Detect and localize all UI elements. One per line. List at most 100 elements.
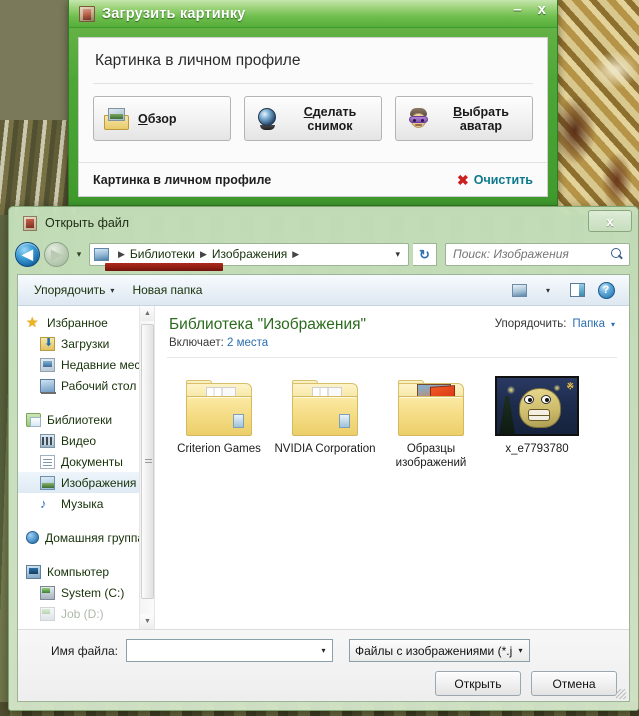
- open-button[interactable]: Открыть: [435, 671, 521, 696]
- scroll-down-button[interactable]: ▼: [140, 614, 154, 629]
- minimize-button[interactable]: –: [510, 2, 524, 18]
- chevron-down-icon[interactable]: ▾: [512, 646, 529, 655]
- list-item[interactable]: NVIDIA Corporation: [273, 368, 377, 470]
- new-folder-label: Новая папка: [132, 283, 203, 297]
- sidebar-item-computer[interactable]: Компьютер: [18, 561, 154, 582]
- library-header-text: Библиотека "Изображения" Включает: 2 мес…: [169, 315, 366, 349]
- sidebar-item-homegroup[interactable]: Домашняя группа: [18, 527, 154, 548]
- folder-pictures-icon: [398, 380, 464, 436]
- filename-combobox[interactable]: ▾: [126, 639, 333, 662]
- scroll-up-button[interactable]: ▲: [140, 306, 154, 321]
- pictures-library-icon: [40, 475, 55, 490]
- chevron-down-icon[interactable]: ▾: [315, 646, 332, 655]
- file-items-grid: Criterion Games NVIDIA Corporation Образ…: [155, 358, 629, 470]
- search-input[interactable]: [451, 246, 611, 262]
- folder-icon: [292, 380, 358, 436]
- refresh-button[interactable]: ↻: [413, 242, 437, 266]
- footer-label: Картинка в личном профиле: [93, 172, 272, 187]
- view-mode-dropdown[interactable]: ▾: [535, 279, 561, 301]
- sidebar-item-pictures[interactable]: Изображения: [18, 472, 154, 493]
- view-mode-button[interactable]: [506, 279, 532, 301]
- background-photo-left: [0, 0, 78, 215]
- arrange-by-control[interactable]: Упорядочить: Папка ▾: [495, 315, 615, 330]
- preview-pane-button[interactable]: [564, 279, 590, 301]
- documents-library-icon: [40, 454, 55, 469]
- upload-window-title: Загрузить картинку: [102, 5, 246, 22]
- list-item[interactable]: Образцы изображений: [379, 368, 483, 470]
- help-button[interactable]: ?: [593, 279, 619, 301]
- list-item[interactable]: ※ x_e7793780: [485, 368, 589, 470]
- includes-label: Включает:: [169, 337, 224, 349]
- downloads-icon: [40, 336, 55, 351]
- browse-button[interactable]: Обзор: [93, 96, 231, 141]
- sidebar-item-drive-c[interactable]: System (C:): [18, 582, 154, 603]
- homegroup-icon: [26, 531, 39, 544]
- group-separator: [18, 548, 154, 561]
- chevron-down-icon: ▾: [110, 285, 115, 295]
- breadcrumb-libraries[interactable]: Библиотеки: [130, 247, 195, 261]
- filename-row: Имя файла: ▾ Файлы с изображениями (*.jp…: [30, 639, 617, 662]
- choose-avatar-button[interactable]: Выбрать аватар: [395, 96, 533, 141]
- sidebar-item-favorites[interactable]: ★ Избранное: [18, 312, 154, 333]
- sidebar-item-downloads[interactable]: Загрузки: [18, 333, 154, 354]
- sidebar-item-music[interactable]: ♪ Музыка: [18, 493, 154, 514]
- includes-value[interactable]: 2 места: [227, 337, 268, 349]
- sidebar-item-label: Документы: [61, 454, 123, 469]
- filename-label: Имя файла:: [51, 643, 118, 658]
- upload-window-controls: – x: [510, 2, 549, 18]
- close-button[interactable]: x: [588, 210, 632, 232]
- sidebar-item-label: Изображения: [61, 475, 137, 490]
- back-button[interactable]: ◀: [15, 241, 40, 267]
- cancel-button[interactable]: Отмена: [531, 671, 617, 696]
- scrollbar-thumb[interactable]: [141, 324, 154, 599]
- filetype-value: Файлы с изображениями (*.jp: [355, 643, 512, 658]
- item-thumbnail: ※: [485, 370, 589, 436]
- group-separator: [18, 514, 154, 527]
- sidebar-item-libraries[interactable]: Библиотеки: [18, 409, 154, 430]
- chevron-down-icon: ▾: [545, 285, 550, 295]
- dialog-buttons: Открыть Отмена: [30, 671, 617, 696]
- background-photo-right: [555, 0, 639, 215]
- search-box[interactable]: [445, 242, 630, 266]
- organize-button[interactable]: Упорядочить ▾: [25, 280, 123, 300]
- sidebar-item-documents[interactable]: Документы: [18, 451, 154, 472]
- image-thumbnail: ※: [495, 376, 579, 436]
- arrange-value[interactable]: Папка: [572, 318, 605, 330]
- breadcrumb-pictures[interactable]: Изображения: [212, 247, 287, 261]
- breadcrumb-separator: ▶: [199, 248, 207, 259]
- folder-picture-icon: [104, 107, 129, 130]
- clear-picture-link[interactable]: ✖ Очистить: [457, 173, 533, 187]
- new-folder-button[interactable]: Новая папка: [123, 280, 211, 300]
- webcam-icon: [255, 107, 280, 130]
- address-dropdown-button[interactable]: ▾: [389, 249, 406, 260]
- sidebar-item-video[interactable]: Видео: [18, 430, 154, 451]
- take-snapshot-button[interactable]: Сделать снимок: [244, 96, 382, 141]
- forward-button[interactable]: ▶: [44, 241, 69, 267]
- item-thumbnail: [167, 370, 271, 436]
- picture-file-icon: [79, 5, 95, 22]
- item-label: Criterion Games: [177, 443, 261, 455]
- sidebar-item-label: Музыка: [61, 496, 104, 511]
- upload-window-titlebar[interactable]: Загрузить картинку – x: [69, 0, 557, 28]
- recent-locations-button[interactable]: ▾: [73, 249, 85, 260]
- close-button[interactable]: x: [535, 2, 549, 18]
- sidebar-item-recent-places[interactable]: Недавние места: [18, 354, 154, 375]
- list-item[interactable]: Criterion Games: [167, 368, 271, 470]
- library-pictures-icon: [94, 247, 109, 261]
- filename-input[interactable]: [127, 643, 315, 658]
- filetype-combobox[interactable]: Файлы с изображениями (*.jp ▾: [349, 639, 530, 662]
- open-dialog-titlebar[interactable]: Открыть файл x: [9, 207, 638, 239]
- resize-grip[interactable]: [616, 689, 626, 699]
- computer-icon: [26, 564, 41, 579]
- sidebar-item-drive-d[interactable]: Job (D:): [18, 603, 154, 624]
- navigation-pane: ★ Избранное Загрузки Недавние места Рабо…: [18, 306, 155, 629]
- open-file-dialog: Открыть файл x ◀ ▶ ▾ ▶ Библиотеки ▶ Изоб…: [8, 206, 639, 711]
- video-library-icon: [40, 433, 55, 448]
- file-list-pane[interactable]: Библиотека "Изображения" Включает: 2 мес…: [155, 306, 629, 629]
- navigation-scrollbar[interactable]: ▲ ▼: [139, 306, 154, 629]
- sidebar-item-desktop[interactable]: Рабочий стол: [18, 375, 154, 396]
- browse-button-label: Обзор: [138, 111, 177, 126]
- libraries-icon: [26, 412, 41, 427]
- search-icon[interactable]: [611, 247, 624, 261]
- arrange-label: Упорядочить:: [494, 318, 567, 330]
